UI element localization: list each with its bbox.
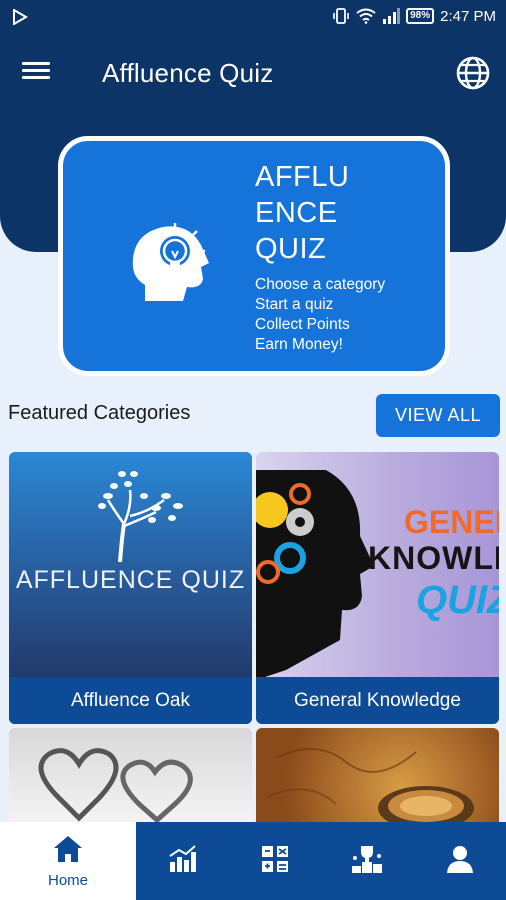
app-title: Affluence Quiz: [102, 58, 274, 88]
bottom-navigation: Home: [0, 822, 506, 900]
featured-categories-title: Featured Categories: [8, 402, 191, 424]
trophy-podium-icon: [352, 846, 383, 873]
hero-banner: AFFLU ENCE QUIZ Choose a category Start …: [58, 136, 450, 376]
category-label: Affluence Oak: [9, 677, 252, 724]
category-label: General Knowledge: [256, 677, 499, 724]
leaderboard-chart-icon: [169, 845, 197, 872]
nav-label-home: Home: [47, 872, 88, 889]
map-compass-image: [265, 747, 474, 828]
tree-icon: [98, 471, 183, 563]
home-icon: [54, 836, 82, 862]
category-card-general-knowledge[interactable]: GENER KNOWLE QUIZ General Knowledge: [256, 452, 499, 724]
play-store-icon: [13, 9, 28, 25]
card-image-text-3: QUIZ: [416, 578, 499, 622]
status-bar: 98% 2:47 PM: [0, 0, 506, 34]
status-time: 2:47 PM: [440, 7, 496, 25]
nav-item-categories[interactable]: [229, 822, 322, 900]
view-all-button[interactable]: VIEW ALL: [376, 394, 500, 437]
hearts-image: [38, 748, 193, 824]
vibrate-icon: [333, 8, 349, 24]
nav-item-home[interactable]: Home: [0, 822, 136, 900]
nav-item-rewards[interactable]: [321, 822, 414, 900]
nav-item-leaderboard[interactable]: [136, 822, 229, 900]
category-card-map[interactable]: [256, 728, 499, 828]
hero-description: Choose a category Start a quiz Collect P…: [255, 276, 386, 353]
battery-indicator: 98%: [406, 8, 435, 24]
card-image-text-2: KNOWLE: [368, 540, 499, 576]
profile-icon: [446, 846, 473, 873]
categories-grid-icon: [261, 846, 288, 872]
card-image-text: AFFLUENCE QUIZ: [15, 566, 246, 594]
nav-item-profile[interactable]: [414, 822, 506, 900]
wifi-icon: [356, 8, 376, 24]
app-bar: Affluence Quiz: [0, 44, 506, 104]
globe-icon[interactable]: [455, 55, 491, 91]
hero-title: AFFLU ENCE QUIZ: [255, 161, 350, 265]
category-card-affluence-oak[interactable]: AFFLUENCE QUIZ Affluence Oak: [9, 452, 252, 724]
hamburger-menu-icon[interactable]: [22, 58, 58, 90]
signal-icon: [383, 8, 401, 24]
card-image-text-1: GENER: [404, 504, 499, 540]
head-lightbulb-icon: [132, 223, 209, 301]
head-gears-image: [256, 470, 374, 680]
category-card-hearts[interactable]: [9, 728, 252, 828]
